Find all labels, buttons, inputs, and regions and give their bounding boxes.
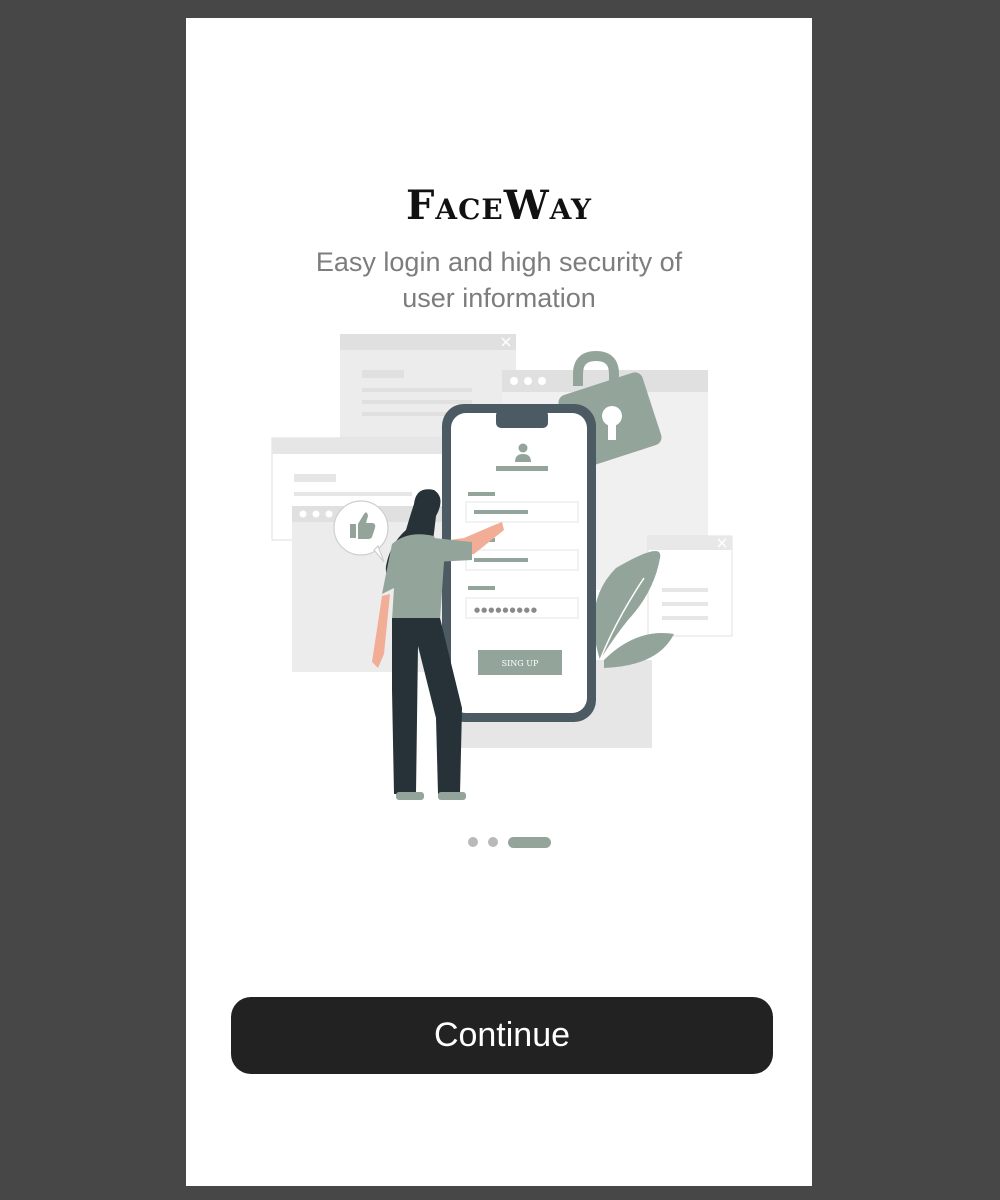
login-security-illustration: ●●●●●●●●● SING UP xyxy=(271,334,733,800)
page-dot-3-active[interactable] xyxy=(508,836,551,848)
onboarding-screen: FaceWay Easy login and high security of … xyxy=(186,18,812,1186)
phone-signup-label: SING UP xyxy=(502,659,539,668)
page-indicator xyxy=(468,836,551,848)
phone-mockup: ●●●●●●●●● SING UP xyxy=(442,404,596,722)
page-dot-1[interactable] xyxy=(468,837,478,847)
app-title: FaceWay xyxy=(406,182,592,229)
app-subtitle: Easy login and high security of user inf… xyxy=(315,247,683,313)
page-dot-2[interactable] xyxy=(488,837,498,847)
browser-window-small xyxy=(647,535,733,637)
password-mask: ●●●●●●●●● xyxy=(474,606,538,614)
continue-button[interactable]: Continue xyxy=(231,997,773,1074)
